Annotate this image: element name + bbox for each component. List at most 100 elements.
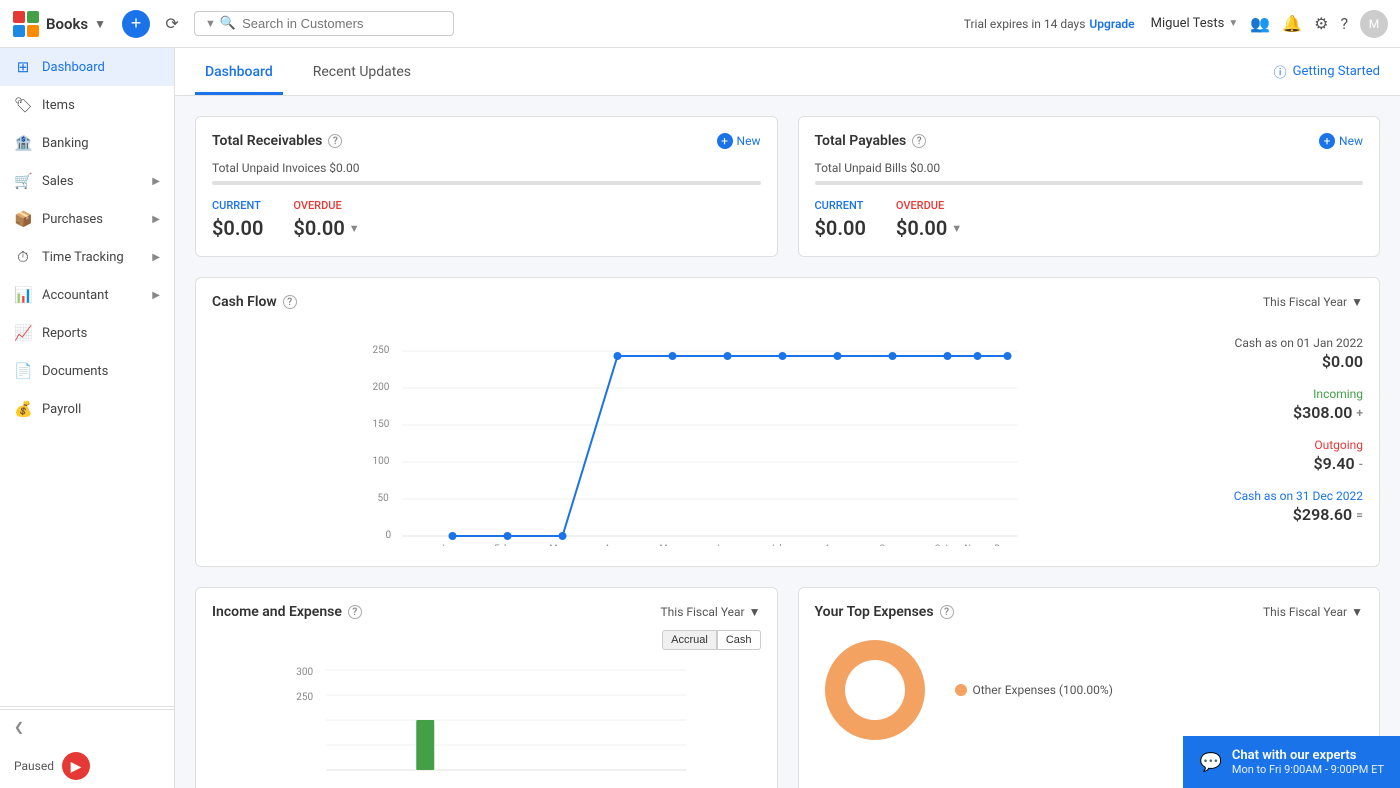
bar-chart-svg: 300 250 bbox=[212, 660, 761, 780]
help-icon[interactable]: ? bbox=[1340, 14, 1348, 33]
cashflow-card: Cash Flow ? This Fiscal Year ▼ 0 bbox=[195, 277, 1380, 567]
cashflow-side: Cash as on 01 Jan 2022 $0.00 Incoming $3… bbox=[1203, 326, 1363, 550]
layout: ⊞ Dashboard 🏷 Items 🏦 Banking 🛒 Sales ▶ … bbox=[0, 48, 1400, 788]
sidebar-item-banking[interactable]: 🏦 Banking bbox=[0, 124, 174, 162]
overdue-caret[interactable]: ▼ bbox=[349, 222, 360, 235]
cashflow-info-icon[interactable]: ? bbox=[283, 295, 297, 309]
receivables-current-label: CURRENT bbox=[212, 199, 263, 212]
sidebar-item-purchases[interactable]: 📦 Purchases ▶ bbox=[0, 200, 174, 238]
period-caret: ▼ bbox=[749, 605, 761, 619]
add-button[interactable]: + bbox=[122, 10, 150, 38]
items-icon: 🏷 bbox=[14, 96, 32, 114]
tab-dashboard[interactable]: Dashboard bbox=[195, 48, 283, 95]
legend-color-dot bbox=[955, 684, 967, 696]
receivables-info-icon[interactable]: ? bbox=[328, 134, 342, 148]
search-input[interactable] bbox=[242, 16, 443, 31]
user-info[interactable]: Miguel Tests ▼ bbox=[1151, 16, 1239, 31]
sidebar-item-items[interactable]: 🏷 Items bbox=[0, 86, 174, 124]
cashflow-end-value: $298.60 = bbox=[1293, 505, 1363, 524]
purchases-icon: 📦 bbox=[14, 210, 32, 228]
reports-icon: 📈 bbox=[14, 324, 32, 342]
income-expense-period-selector[interactable]: This Fiscal Year ▼ bbox=[661, 605, 761, 619]
getting-started-button[interactable]: ⓘ Getting Started bbox=[1274, 54, 1380, 89]
svg-text:Sep: Sep bbox=[880, 544, 895, 546]
accrual-cash-toggle[interactable]: Accrual Cash bbox=[662, 630, 760, 650]
tab-recent-updates[interactable]: Recent Updates bbox=[303, 48, 421, 95]
payables-overdue-value: $0.00 ▼ bbox=[896, 216, 962, 240]
receivables-card: Total Receivables ? + New Total Unpaid I… bbox=[195, 116, 778, 257]
cash-button[interactable]: Cash bbox=[717, 630, 761, 650]
avatar[interactable]: M bbox=[1360, 10, 1388, 38]
sidebar-item-label: Accountant bbox=[42, 288, 142, 303]
plus-circle-icon: + bbox=[1319, 133, 1335, 149]
payables-new-button[interactable]: + New bbox=[1319, 133, 1363, 149]
sidebar-item-accountant[interactable]: 📊 Accountant ▶ bbox=[0, 276, 174, 314]
main-content: Dashboard Recent Updates ⓘ Getting Start… bbox=[175, 48, 1400, 788]
payables-info-icon[interactable]: ? bbox=[912, 134, 926, 148]
svg-text:Apr: Apr bbox=[605, 544, 619, 546]
payroll-icon: 💰 bbox=[14, 400, 32, 418]
arrow-icon: ▶ bbox=[152, 176, 160, 187]
sidebar-item-label: Purchases bbox=[42, 212, 142, 227]
income-expense-info-icon[interactable]: ? bbox=[348, 605, 362, 619]
topbar-icons: 👥 🔔 ⚙ ? M bbox=[1250, 10, 1388, 38]
cashflow-incoming-label: Incoming bbox=[1313, 387, 1363, 401]
top-expenses-pie bbox=[815, 630, 935, 750]
cashflow-body: 0 50 100 150 200 250 bbox=[212, 326, 1363, 550]
cashflow-header: Cash Flow ? This Fiscal Year ▼ bbox=[212, 294, 1363, 310]
logo-caret[interactable]: ▼ bbox=[94, 17, 106, 31]
upgrade-link[interactable]: Upgrade bbox=[1089, 17, 1134, 31]
sidebar-item-dashboard[interactable]: ⊞ Dashboard bbox=[0, 48, 174, 86]
receivables-header: Total Receivables ? + New bbox=[212, 133, 761, 149]
plus-circle-icon: + bbox=[717, 133, 733, 149]
svg-text:0: 0 bbox=[386, 530, 392, 541]
sidebar-item-label: Payroll bbox=[42, 402, 160, 417]
period-caret: ▼ bbox=[1351, 605, 1363, 619]
receivables-overdue-value: $0.00 ▼ bbox=[293, 216, 359, 240]
svg-text:Jul: Jul bbox=[770, 544, 782, 546]
arrow-icon: ▶ bbox=[152, 214, 160, 225]
receivables-overdue-label: OVERDUE bbox=[293, 199, 359, 212]
zoho-logo-icon bbox=[12, 10, 40, 38]
sidebar-paused-area: Paused ▶ bbox=[0, 744, 174, 788]
period-caret: ▼ bbox=[1351, 295, 1363, 309]
svg-text:Jun: Jun bbox=[715, 544, 730, 546]
cashflow-start-value: $0.00 bbox=[1322, 352, 1363, 371]
topbar: Books ▼ + ⟳ ▼ 🔍 Trial expires in 14 days… bbox=[0, 0, 1400, 48]
sidebar-item-sales[interactable]: 🛒 Sales ▶ bbox=[0, 162, 174, 200]
income-expense-title: Income and Expense ? bbox=[212, 604, 362, 620]
top-expenses-info-icon[interactable]: ? bbox=[940, 605, 954, 619]
sidebar-item-label: Banking bbox=[42, 136, 160, 151]
svg-text:250: 250 bbox=[296, 692, 313, 703]
history-button[interactable]: ⟳ bbox=[158, 10, 186, 38]
arrow-icon: ▶ bbox=[152, 290, 160, 301]
banking-icon: 🏦 bbox=[14, 134, 32, 152]
bell-icon[interactable]: 🔔 bbox=[1282, 14, 1302, 33]
users-icon[interactable]: 👥 bbox=[1250, 14, 1270, 33]
sidebar-item-time-tracking[interactable]: ⏱ Time Tracking ▶ bbox=[0, 238, 174, 276]
sidebar-item-documents[interactable]: 📄 Documents bbox=[0, 352, 174, 390]
gear-icon[interactable]: ⚙ bbox=[1314, 14, 1328, 33]
logo-area[interactable]: Books ▼ bbox=[12, 10, 106, 38]
pause-button[interactable]: ▶ bbox=[62, 752, 90, 780]
receivables-amounts: CURRENT $0.00 OVERDUE $0.00 ▼ bbox=[212, 199, 761, 240]
sidebar-item-reports[interactable]: 📈 Reports bbox=[0, 314, 174, 352]
overdue-caret[interactable]: ▼ bbox=[951, 222, 962, 235]
sidebar-item-payroll[interactable]: 💰 Payroll bbox=[0, 390, 174, 428]
payables-overdue-block: OVERDUE $0.00 ▼ bbox=[896, 199, 962, 240]
chat-widget[interactable]: 💬 Chat with our experts Mon to Fri 9:00A… bbox=[1183, 736, 1400, 788]
cards-row: Total Receivables ? + New Total Unpaid I… bbox=[195, 116, 1380, 257]
search-box[interactable]: ▼ 🔍 bbox=[194, 11, 454, 36]
sidebar-collapse-button[interactable]: ❮ bbox=[0, 709, 174, 744]
cashflow-period-selector[interactable]: This Fiscal Year ▼ bbox=[1263, 295, 1363, 309]
user-name: Miguel Tests bbox=[1151, 16, 1225, 31]
accrual-button[interactable]: Accrual bbox=[662, 630, 717, 650]
receivables-progress-bar bbox=[212, 181, 761, 185]
receivables-new-button[interactable]: + New bbox=[717, 133, 761, 149]
svg-text:Jan: Jan bbox=[440, 544, 455, 546]
logo-text: Books bbox=[46, 15, 88, 33]
top-expenses-period-selector[interactable]: This Fiscal Year ▼ bbox=[1263, 605, 1363, 619]
search-filter-icon[interactable]: ▼ bbox=[205, 17, 216, 30]
cashflow-end: Cash as on 31 Dec 2022 $298.60 = bbox=[1203, 489, 1363, 524]
cashflow-incoming-value: $308.00 + bbox=[1293, 403, 1363, 422]
